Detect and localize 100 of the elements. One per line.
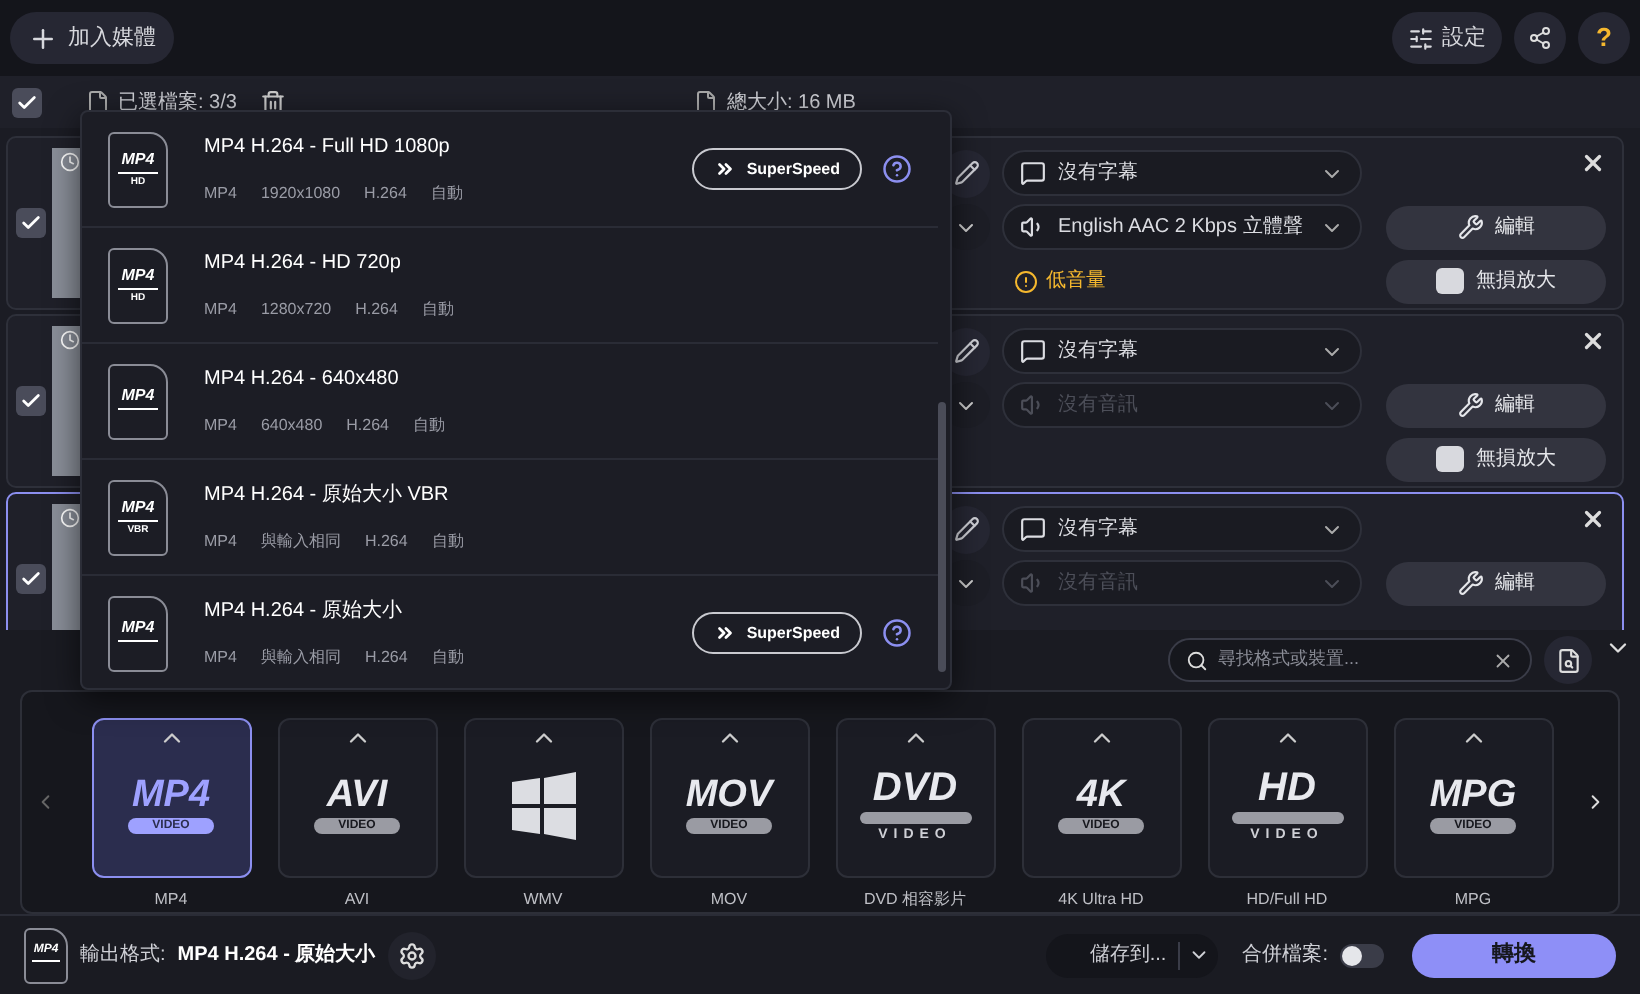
convert-button[interactable]: 轉換 bbox=[1412, 933, 1616, 977]
format-label: MPG bbox=[1454, 887, 1492, 911]
settings-button[interactable]: 設定 bbox=[1392, 12, 1502, 64]
search-input[interactable]: 尋找格式或裝置... bbox=[1218, 646, 1482, 674]
preset-bitrate: 自動 bbox=[421, 298, 454, 322]
preset-container: MP4 bbox=[204, 646, 237, 670]
speaker-icon bbox=[1020, 214, 1046, 240]
share-button[interactable] bbox=[1514, 12, 1566, 64]
preset-container: MP4 bbox=[204, 414, 237, 438]
sliders-icon bbox=[1408, 25, 1434, 51]
check-icon bbox=[19, 212, 41, 234]
format-label: WMV bbox=[523, 887, 563, 911]
preset-bitrate: 自動 bbox=[431, 646, 464, 670]
format-label: MP4 bbox=[154, 887, 188, 911]
merge-toggle[interactable] bbox=[1340, 943, 1384, 967]
edit-button[interactable]: 編輯 bbox=[1386, 561, 1606, 605]
checkbox[interactable] bbox=[12, 87, 42, 117]
format-label: 4K Ultra HD bbox=[1058, 887, 1144, 911]
close-icon[interactable] bbox=[1580, 328, 1606, 354]
chip-icon bbox=[1436, 446, 1464, 472]
pencil-icon bbox=[953, 160, 979, 186]
checkbox[interactable] bbox=[15, 208, 45, 238]
preset-item[interactable]: MP4 MP4 H.264 - 640x480 MP4 640x480 H.264 自動 bbox=[82, 344, 938, 460]
preset-container: MP4 bbox=[204, 530, 237, 554]
file-format-icon: MP4 bbox=[108, 363, 168, 439]
preset-codec: H.264 bbox=[355, 298, 398, 322]
format-label: MOV bbox=[710, 887, 748, 911]
help-button[interactable]: ? bbox=[1578, 12, 1630, 64]
preset-bitrate: 自動 bbox=[431, 530, 464, 554]
delete-icon[interactable] bbox=[260, 89, 287, 115]
preset-codec: H.264 bbox=[364, 182, 407, 206]
device-search-button[interactable] bbox=[1544, 636, 1592, 684]
preset-title: MP4 H.264 - Full HD 1080p bbox=[204, 134, 452, 162]
preset-container: MP4 bbox=[204, 182, 237, 206]
preset-bitrate: 自動 bbox=[430, 182, 463, 206]
clock-icon bbox=[60, 152, 80, 172]
preset-codec: H.264 bbox=[364, 646, 408, 670]
help-icon[interactable] bbox=[882, 154, 912, 184]
preset-container: MP4 bbox=[204, 298, 237, 322]
subtitle-dropdown[interactable]: 沒有字幕 bbox=[1002, 150, 1362, 196]
output-format-value: MP4 H.264 - 原始大小 bbox=[177, 941, 376, 970]
chevrons-icon bbox=[714, 158, 737, 180]
format-settings-button[interactable] bbox=[387, 931, 436, 979]
file-icon bbox=[694, 90, 719, 114]
speaker-icon bbox=[1020, 570, 1046, 596]
format-tile[interactable] bbox=[463, 717, 623, 877]
speaker-icon bbox=[1020, 392, 1046, 418]
format-label: AVI bbox=[344, 887, 370, 911]
upscale-button[interactable]: 無損放大 bbox=[1386, 437, 1606, 481]
preset-bitrate: 自動 bbox=[413, 414, 446, 438]
preset-title: MP4 H.264 - 原始大小 VBR bbox=[204, 481, 451, 510]
audio-dropdown[interactable]: English AAC 2 Kbps 立體聲 bbox=[1002, 204, 1362, 250]
format-label: HD/Full HD bbox=[1246, 887, 1328, 911]
warning-text: 低音量 bbox=[1046, 267, 1106, 296]
pencil-icon bbox=[953, 338, 979, 364]
pencil-icon bbox=[953, 516, 979, 542]
file-icon bbox=[86, 90, 110, 114]
preset-resolution: 與輸入相同 bbox=[260, 530, 341, 554]
merge-files-label: 合併檔案: bbox=[1242, 941, 1328, 970]
check-icon bbox=[16, 91, 38, 113]
upscale-button[interactable]: 無損放大 bbox=[1386, 259, 1606, 303]
format-search-field[interactable]: 尋找格式或裝置... bbox=[1168, 638, 1532, 682]
warning-icon bbox=[1014, 269, 1038, 293]
file-search-icon bbox=[1555, 647, 1581, 673]
clock-icon bbox=[60, 508, 80, 528]
preset-resolution: 640x480 bbox=[260, 414, 323, 438]
search-icon bbox=[1186, 649, 1208, 671]
preset-resolution: 1920x1080 bbox=[260, 182, 341, 206]
check-icon bbox=[19, 568, 41, 590]
gear-icon bbox=[397, 941, 426, 969]
checkbox[interactable] bbox=[15, 386, 45, 416]
wrench-icon bbox=[1457, 392, 1483, 418]
total-size: 總大小: 16 MB bbox=[726, 89, 856, 117]
selected-files-count: 已選檔案: 3/3 bbox=[118, 89, 237, 117]
edit-button[interactable]: 編輯 bbox=[1386, 205, 1606, 249]
file-format-icon: MP4 bbox=[108, 595, 168, 671]
checkbox[interactable] bbox=[15, 564, 45, 594]
subtitle-dropdown[interactable]: 沒有字幕 bbox=[1002, 506, 1362, 552]
scrollbar-thumb[interactable] bbox=[938, 402, 946, 672]
chip-icon bbox=[1436, 268, 1464, 294]
check-icon bbox=[19, 390, 41, 412]
preset-resolution: 與輸入相同 bbox=[260, 646, 341, 670]
save-to-dropdown[interactable]: 儲存到... bbox=[1046, 933, 1219, 977]
close-icon[interactable] bbox=[1580, 506, 1606, 532]
speech-bubble-icon bbox=[1020, 160, 1046, 186]
preset-codec: H.264 bbox=[364, 530, 408, 554]
edit-button[interactable]: 編輯 bbox=[1386, 383, 1606, 427]
preset-codec: H.264 bbox=[346, 414, 390, 438]
help-icon[interactable] bbox=[882, 618, 912, 648]
preset-resolution: 1280x720 bbox=[260, 298, 332, 322]
clear-icon[interactable] bbox=[1492, 649, 1514, 671]
subtitle-dropdown[interactable]: 沒有字幕 bbox=[1002, 328, 1362, 374]
preset-title: MP4 H.264 - 原始大小 bbox=[204, 597, 404, 626]
superspeed-badge: SuperSpeed bbox=[692, 148, 862, 190]
preset-title: MP4 H.264 - HD 720p bbox=[204, 250, 403, 278]
format-label: DVD 相容影片 bbox=[863, 887, 967, 911]
wrench-icon bbox=[1457, 214, 1483, 240]
close-icon[interactable] bbox=[1580, 150, 1606, 176]
add-media-button[interactable]: 加入媒體 bbox=[10, 12, 174, 64]
plus-icon bbox=[28, 23, 58, 53]
